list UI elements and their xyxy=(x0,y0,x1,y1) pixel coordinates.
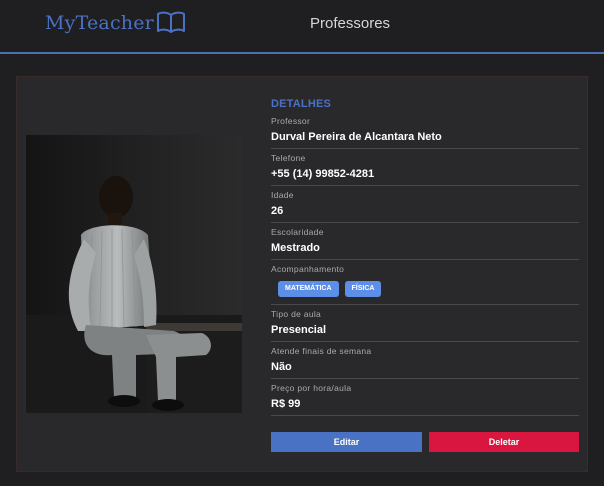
field-label: Idade xyxy=(271,190,294,200)
field-idade: Idade 26 xyxy=(271,186,579,223)
field-professor: Professor Durval Pereira de Alcantara Ne… xyxy=(271,112,579,149)
field-value: R$ 99 xyxy=(271,398,301,410)
top-navbar: MyTeacher Professores xyxy=(0,0,604,54)
edit-button[interactable]: Editar xyxy=(271,432,422,452)
field-value: Mestrado xyxy=(271,242,320,254)
field-preco: Preço por hora/aula R$ 99 xyxy=(271,379,579,416)
field-value: +55 (14) 99852-4281 xyxy=(271,168,375,180)
field-telefone: Telefone +55 (14) 99852-4281 xyxy=(271,149,579,186)
details-panel: DETALHES Professor Durval Pereira de Alc… xyxy=(271,96,579,416)
field-label: Telefone xyxy=(271,153,306,163)
details-heading: DETALHES xyxy=(271,98,332,110)
field-value: Presencial xyxy=(271,324,327,336)
field-label: Tipo de aula xyxy=(271,309,322,319)
field-value: 26 xyxy=(271,205,284,217)
field-finais-semana: Atende finais de semana Não xyxy=(271,342,579,379)
brand-logo[interactable]: MyTeacher xyxy=(45,8,186,38)
delete-button[interactable]: Deletar xyxy=(429,432,579,452)
field-label: Professor xyxy=(271,116,311,126)
subject-tag: FÍSICA xyxy=(344,281,382,297)
field-acompanhamento: Acompanhamento MATEMÁTICA FÍSICA xyxy=(271,260,579,305)
field-label: Acompanhamento xyxy=(271,264,345,274)
field-value: Não xyxy=(271,361,292,373)
page-title[interactable]: Professores xyxy=(310,15,390,32)
field-escolaridade: Escolaridade Mestrado xyxy=(271,223,579,260)
subject-tags: MATEMÁTICA FÍSICA xyxy=(271,275,579,305)
field-value: Durval Pereira de Alcantara Neto xyxy=(271,131,442,143)
teacher-photo xyxy=(26,135,242,413)
subject-tag: MATEMÁTICA xyxy=(278,281,339,297)
field-tipo-aula: Tipo de aula Presencial xyxy=(271,305,579,342)
field-label: Atende finais de semana xyxy=(271,346,372,356)
brand-name: MyTeacher xyxy=(45,12,154,34)
field-label: Preço por hora/aula xyxy=(271,383,352,393)
open-book-icon xyxy=(156,10,186,38)
field-label: Escolaridade xyxy=(271,227,324,237)
